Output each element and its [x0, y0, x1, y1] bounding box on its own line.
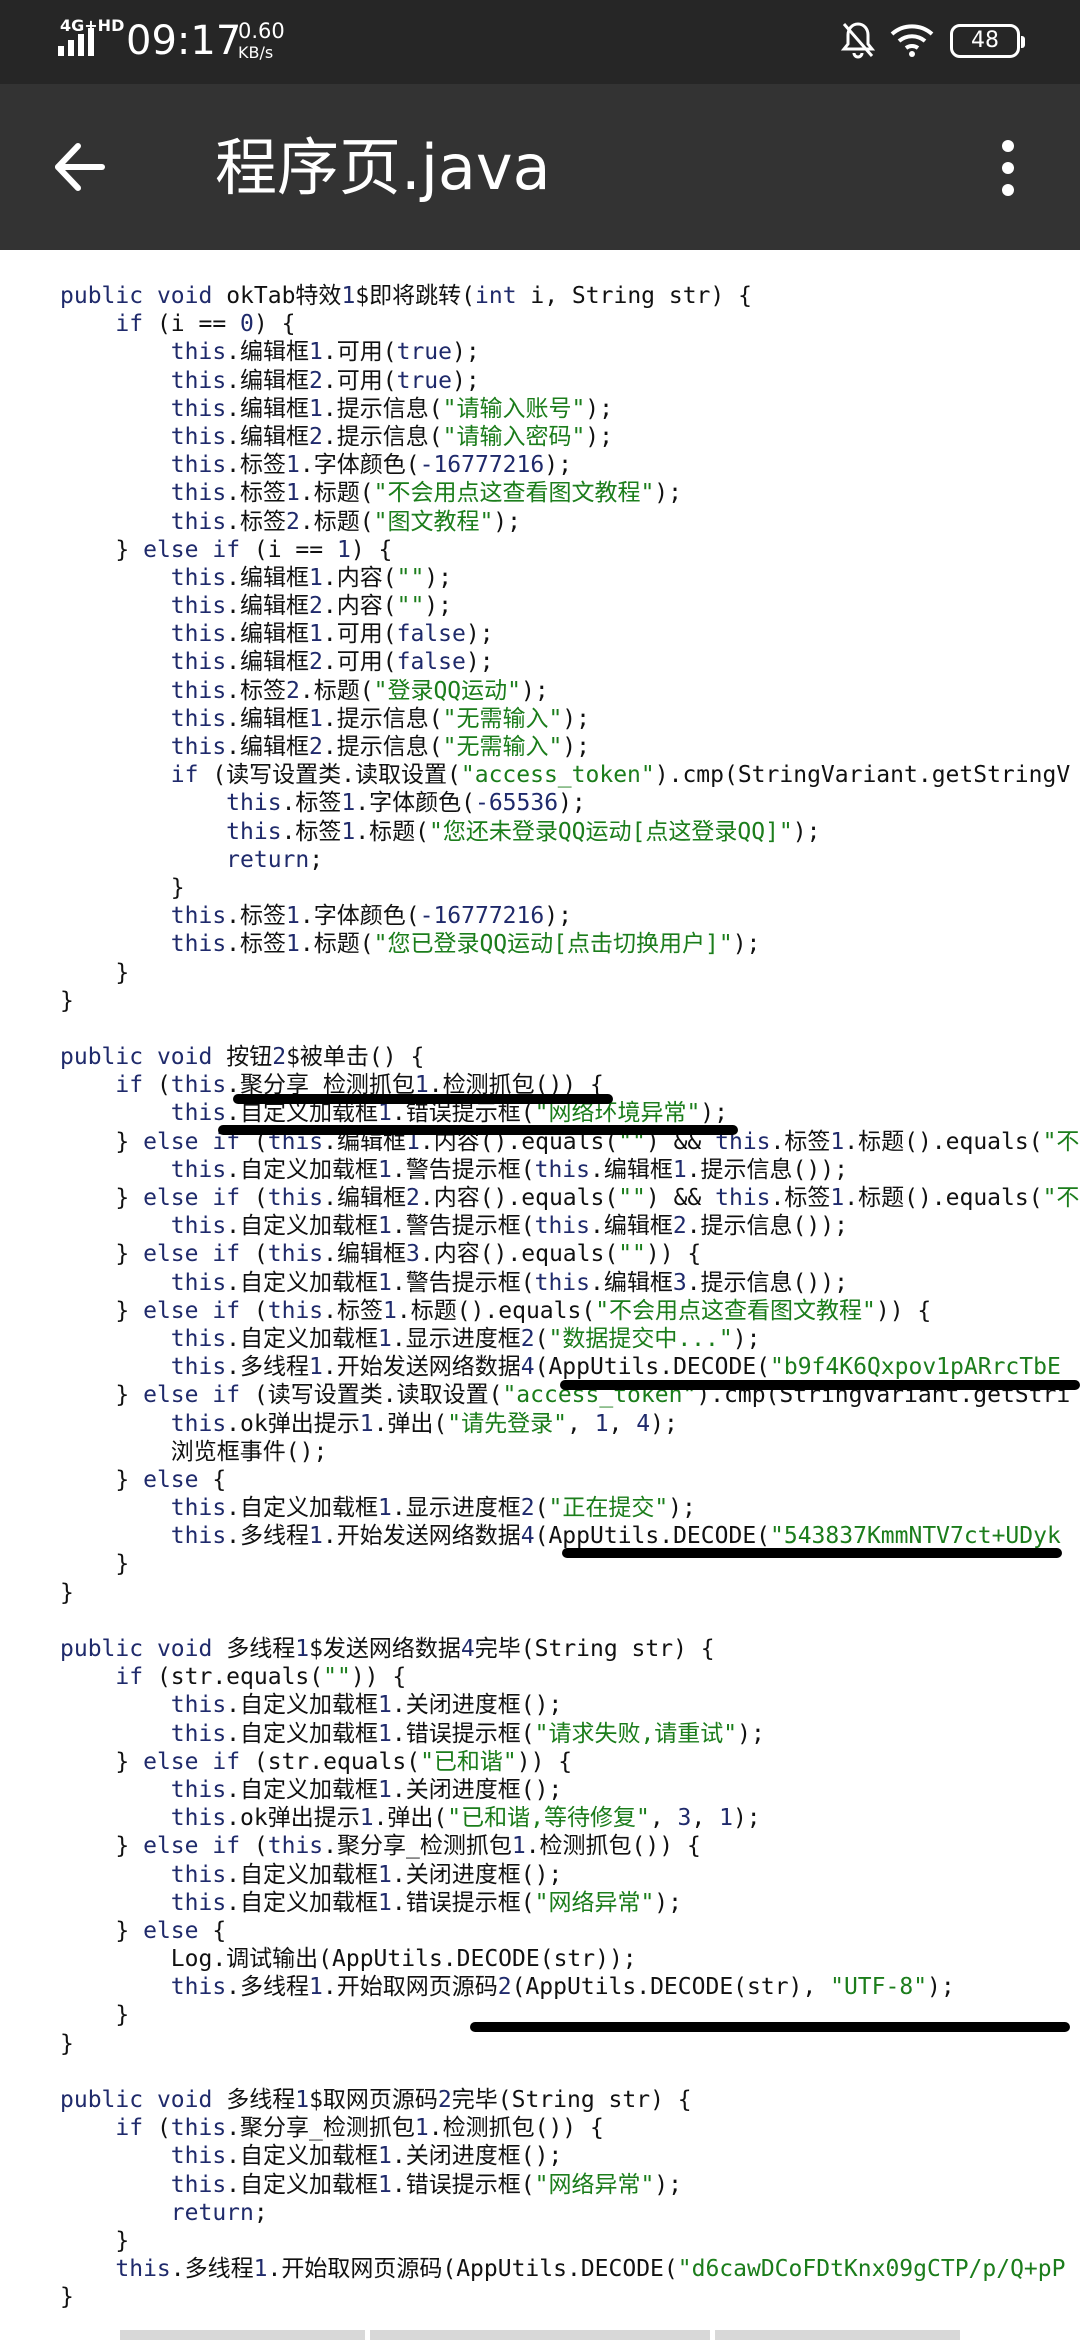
scrollbar[interactable] — [370, 2330, 710, 2340]
scrollbar[interactable] — [120, 2330, 365, 2340]
code-line: this.标签1.标题("不会用点这查看图文教程"); — [170, 480, 682, 507]
code-line: if (读写设置类.读取设置("access_token").cmp(Strin… — [170, 762, 1071, 789]
code-line: this.标签1.标题("您还未登录QQ运动[点这登录QQ]"); — [226, 818, 821, 845]
app-bar: 程序页.java — [0, 84, 1080, 250]
code-line: return; — [226, 846, 324, 873]
code-line: this.多线程1.开始发送网络数据4(AppUtils.DECODE("543… — [170, 1523, 1061, 1550]
code-line: this.编辑框1.提示信息("请输入账号"); — [170, 395, 613, 422]
code-line: } else { — [60, 1917, 227, 1944]
page-title: 程序页.java — [215, 131, 551, 204]
code-line: this.编辑框1.内容(""); — [170, 564, 452, 591]
code-line: public void 多线程1$发送网络数据4完毕(String str) { — [60, 1636, 715, 1662]
code-line: this.编辑框2.提示信息("无需输入"); — [170, 734, 590, 760]
code-line: if (i == 0) { — [115, 311, 296, 338]
code-line: } else if (this.标签1.标题().equals("不会用点这查看… — [60, 1297, 932, 1324]
speed-unit: KB/s — [238, 43, 274, 62]
code-line: } — [60, 1579, 74, 1606]
code-line: this.标签1.字体颜色(-16777216); — [170, 903, 572, 930]
code-line: } — [60, 2284, 74, 2311]
scrollbar[interactable] — [715, 2330, 960, 2340]
redaction-mark — [218, 1125, 738, 1135]
code-line: this.多线程1.开始发送网络数据4(AppUtils.DECODE("b9f… — [170, 1354, 1061, 1381]
code-line: this.自定义加载框1.警告提示框(this.编辑框1.提示信息()); — [170, 1156, 848, 1183]
code-line: this.标签1.字体颜色(-65536); — [226, 790, 586, 817]
code-line: public void 多线程1$取网页源码2完毕(String str) { — [60, 2087, 692, 2113]
code-line: this.自定义加载框1.错误提示框("网络异常"); — [170, 1889, 682, 1916]
signal-icon — [58, 28, 94, 56]
bell-off-icon — [840, 22, 876, 59]
code-line: this.编辑框1.可用(true); — [170, 339, 480, 366]
clock: 09:17 — [126, 18, 242, 64]
code-line: 浏览框事件(); — [60, 1438, 328, 1465]
code-line: public void okTab特效1$即将跳转(int i, String … — [60, 283, 752, 309]
code-line: this.编辑框2.提示信息("请输入密码"); — [170, 423, 613, 450]
code-line: public void 按钮2$被单击() { — [60, 1044, 425, 1071]
code-line: this.标签2.标题("图文教程"); — [170, 508, 521, 535]
code-line: this.ok弹出提示1.弹出("请先登录", 1, 4); — [170, 1410, 678, 1437]
code-line: return; — [170, 2199, 268, 2226]
code-line: this.标签2.标题("登录QQ运动"); — [170, 677, 549, 704]
code-line: this.自定义加载框1.显示进度框2("正在提交"); — [170, 1495, 696, 1522]
code-line: this.编辑框1.可用(false); — [170, 621, 494, 648]
code-line: } else if (str.equals("已和谐")) { — [60, 1748, 573, 1775]
code-line: } else if (i == 1) { — [60, 536, 393, 563]
network-speed: 0.60 KB/s — [238, 20, 285, 64]
redaction-mark — [560, 1380, 1080, 1390]
code-line: this.编辑框2.可用(false); — [170, 649, 494, 676]
code-line: } — [60, 2227, 130, 2254]
code-line: this.自定义加载框1.警告提示框(this.编辑框2.提示信息()); — [170, 1213, 848, 1240]
code-line: this.自定义加载框1.显示进度框2("数据提交中..."); — [170, 1325, 761, 1352]
code-line: this.编辑框2.可用(true); — [170, 367, 480, 394]
code-line: this.自定义加载框1.关闭进度框(); — [170, 1861, 563, 1888]
code-line: if (str.equals("")) { — [115, 1664, 407, 1691]
code-viewer[interactable]: public void okTab特效1$即将跳转(int i, String … — [0, 250, 1080, 2340]
code-line: this.编辑框1.提示信息("无需输入"); — [170, 705, 590, 732]
code-line: this.标签1.标题("您已登录QQ运动[点击切换用户]"); — [170, 931, 761, 958]
redaction-mark — [470, 2022, 1070, 2032]
more-vert-icon[interactable] — [996, 140, 1020, 196]
code-line: this.自定义加载框1.关闭进度框(); — [170, 1692, 563, 1719]
redaction-mark — [562, 1548, 1062, 1558]
code-line: this.编辑框2.内容(""); — [170, 593, 452, 620]
code-line: } else if (this.编辑框2.内容().equals("") && … — [60, 1185, 1080, 1211]
code-line: } else if (this.编辑框3.内容().equals("")) { — [60, 1241, 702, 1268]
redaction-mark — [233, 1094, 613, 1104]
wifi-icon — [890, 24, 934, 57]
code-line: this.自定义加载框1.警告提示框(this.编辑框3.提示信息()); — [170, 1269, 848, 1296]
code-line: this.自定义加载框1.关闭进度框(); — [170, 1776, 563, 1803]
code-line: this.自定义加载框1.关闭进度框(); — [170, 2143, 563, 2170]
battery-indicator: 48 — [950, 24, 1025, 58]
status-bar: 4G+HD 09:17 0.60 KB/s 48 — [0, 0, 1080, 84]
code-line: } — [60, 959, 130, 986]
code-line: this.多线程1.开始取网页源码(AppUtils.DECODE("d6caw… — [115, 2256, 1066, 2283]
code-line: this.多线程1.开始取网页源码2(AppUtils.DECODE(str),… — [170, 1974, 955, 2001]
code-line: } — [60, 2030, 74, 2057]
code-line: } else { — [60, 1466, 227, 1493]
code-line: Log.调试输出(AppUtils.DECODE(str)); — [60, 1946, 637, 1973]
code-line: } — [60, 874, 185, 901]
code-lines: public void okTab特效1$即将跳转(int i, String … — [60, 282, 1079, 2312]
code-line: this.标签1.字体颜色(-16777216); — [170, 452, 572, 479]
code-line: this.ok弹出提示1.弹出("已和谐,等待修复", 3, 1); — [170, 1805, 761, 1832]
speed-value: 0.60 — [238, 19, 285, 43]
code-line: } else if (this.聚分享_检测抓包1.检测抓包()) { — [60, 1833, 701, 1860]
code-line: this.自定义加载框1.错误提示框("网络异常"); — [170, 2171, 682, 2198]
arrow-left-icon[interactable] — [52, 140, 106, 194]
code-line: if (this.聚分享_检测抓包1.检测抓包()) { — [115, 2115, 604, 2142]
code-line: } — [60, 987, 74, 1014]
code-line: this.自定义加载框1.错误提示框("请求失败,请重试"); — [170, 1720, 765, 1747]
